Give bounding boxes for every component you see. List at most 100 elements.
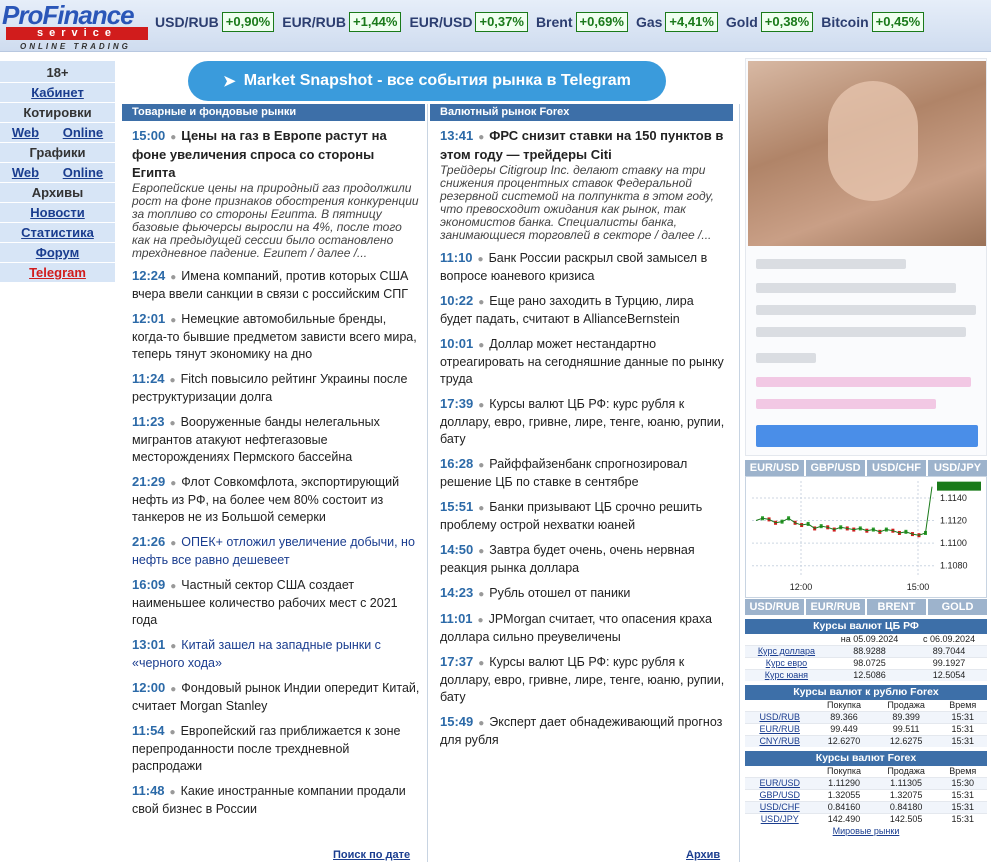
pair-link[interactable]: USD/RUB <box>745 711 815 724</box>
table-header-row: на 05.09.2024 с 06.09.2024 <box>745 634 987 646</box>
tab-usd-jpy[interactable]: USD/JPY <box>928 460 987 476</box>
ticker-quote[interactable]: Gold +0,38% <box>726 12 814 32</box>
news-time: 11:10 <box>440 250 473 265</box>
list-item[interactable]: 16:28 ● Райффайзенбанк спрогнозировал реше… <box>440 455 729 491</box>
nav-quotes-online[interactable]: Online <box>63 123 103 142</box>
news-time: 15:49 <box>440 714 474 729</box>
tab-usd-rub[interactable]: USD/RUB <box>745 599 804 615</box>
ticker-quote[interactable]: Bitcoin +0,45% <box>821 12 925 32</box>
news-time: 11:48 <box>132 783 165 798</box>
search-by-date-link[interactable]: Поиск по дате <box>333 849 410 861</box>
rate-name-link[interactable]: Курс евро <box>745 657 828 670</box>
news-description: Европейские цены на природный газ продол… <box>132 181 419 260</box>
pair-link[interactable]: USD/CHF <box>745 801 815 814</box>
pair-link[interactable]: EUR/RUB <box>745 723 815 736</box>
ticker-quote[interactable]: Brent +0,69% <box>536 12 628 32</box>
list-item[interactable]: 10:22 ● Еще рано заходить в Турцию, лира б… <box>440 292 729 328</box>
pair-link[interactable]: EUR/USD <box>745 777 815 790</box>
bullet-icon: ● <box>170 315 177 326</box>
col-buy: Покупка <box>827 766 862 776</box>
eurusd-intraday-chart[interactable]: 1.1140 1.1120 1.1100 1.1080 12:00 15:00 <box>745 476 987 598</box>
list-item[interactable]: 12:00 ● Фондовый рынок Индии опередит Кита… <box>132 679 421 715</box>
pair-link[interactable]: GBP/USD <box>745 789 815 802</box>
ad-photo-image <box>748 61 986 246</box>
nav-statistics[interactable]: Статистика <box>0 223 115 243</box>
tab-gbp-usd[interactable]: GBP/USD <box>806 460 865 476</box>
list-item[interactable]: 12:24 ● Имена компаний, против которых США… <box>132 267 421 303</box>
bullet-icon: ● <box>169 727 176 738</box>
tab-eur-usd[interactable]: EUR/USD <box>745 460 804 476</box>
list-item[interactable]: 14:50 ● Завтра будет очень, очень нервная … <box>440 541 729 577</box>
table-row: EUR/USD 1.11290 1.11305 15:30 <box>745 777 987 790</box>
advertisement-block[interactable] <box>745 58 987 456</box>
bullet-icon: ● <box>478 658 485 669</box>
commodities-lead-news[interactable]: 15:00 ● Цены на газ в Европе растут на фон… <box>132 127 421 260</box>
time-value: 15:31 <box>938 789 987 802</box>
rate-name-link[interactable]: Курс доллара <box>745 645 828 658</box>
list-item[interactable]: 15:49 ● Эксперт дает обнадеживающий прогно… <box>440 713 729 749</box>
nav-charts-web[interactable]: Web <box>12 163 39 182</box>
ticker-change-badge: +4,41% <box>665 12 718 32</box>
list-item[interactable]: 11:24 ● Fitch повысило рейтинг Украины пос… <box>132 370 421 406</box>
tab-eur-rub[interactable]: EUR/RUB <box>806 599 865 615</box>
news-time: 11:23 <box>132 414 165 429</box>
bullet-icon: ● <box>477 615 484 626</box>
tab-usd-chf[interactable]: USD/CHF <box>867 460 926 476</box>
list-item[interactable]: 11:10 ● Банк России раскрыл свой замысел в… <box>440 249 729 285</box>
top-header: ProFinance service ONLINE TRADING USD/RU… <box>0 0 991 52</box>
profinance-logo[interactable]: ProFinance service ONLINE TRADING <box>2 2 152 51</box>
pair-link[interactable]: USD/JPY <box>745 813 815 825</box>
list-item[interactable]: 11:48 ● Какие иностранные компании продали… <box>132 782 421 818</box>
list-item[interactable]: 11:23 ● Вооруженные банды нелегальных мигр… <box>132 413 421 466</box>
sell-value: 12.6275 <box>873 735 939 747</box>
ticker-quote[interactable]: USD/RUB +0,90% <box>155 12 275 32</box>
list-item[interactable]: 21:29 ● Флот Совкомфлота, экспортирующий н… <box>132 473 421 526</box>
news-time: 13:41 <box>440 128 474 143</box>
sell-value: 142.505 <box>873 813 939 825</box>
nav-quotes-web[interactable]: Web <box>12 123 39 142</box>
list-item[interactable]: 11:01 ● JPMorgan считает, что опасения кра… <box>440 610 729 646</box>
tab-brent[interactable]: BRENT <box>867 599 926 615</box>
archive-link[interactable]: Архив <box>686 849 720 861</box>
news-time: 17:39 <box>440 396 474 411</box>
ticker-quote[interactable]: Gas +4,41% <box>636 12 718 32</box>
list-item[interactable]: 15:51 ● Банки призывают ЦБ срочно решить п… <box>440 498 729 534</box>
world-markets-link[interactable]: Мировые рынки <box>745 826 987 836</box>
list-item[interactable]: 10:01 ● Доллар может нестандартно отреагир… <box>440 335 729 388</box>
x-tick-label: 15:00 <box>907 582 930 592</box>
ticker-change-badge: +0,90% <box>221 12 275 32</box>
forex-lead-news[interactable]: 13:41 ● ФРС снизит ставки на 150 пунктов в… <box>440 127 729 242</box>
pair-link[interactable]: CNY/RUB <box>745 735 815 747</box>
ticker-quotes: USD/RUB +0,90% EUR/RUB +1,44% EUR/USD +0,37% B… <box>155 12 932 32</box>
bullet-icon: ● <box>170 684 177 695</box>
nav-forum[interactable]: Форум <box>0 243 115 263</box>
ticker-quote[interactable]: EUR/USD +0,37% <box>409 12 528 32</box>
y-tick-label: 1.1080 <box>940 561 968 571</box>
nav-cabinet[interactable]: Кабинет <box>0 83 115 103</box>
bullet-icon: ● <box>478 297 485 308</box>
col-time: Время <box>949 700 977 710</box>
table-row: CNY/RUB 12.6270 12.6275 15:31 <box>745 735 987 747</box>
news-time: 12:24 <box>132 268 166 283</box>
nav-charts-online[interactable]: Online <box>63 163 103 182</box>
telegram-banner-button[interactable]: ➤ Market Snapshot - все события рынка в … <box>188 61 666 101</box>
list-item[interactable]: 13:01 ● Китай зашел на западные рынки с «ч… <box>132 636 421 672</box>
bullet-icon: ● <box>170 581 177 592</box>
telegram-banner-label: Market Snapshot - все события рынка в Te… <box>243 72 631 89</box>
ticker-name: USD/RUB <box>155 14 219 30</box>
list-item[interactable]: 17:39 ● Курсы валют ЦБ РФ: курс рубля к до… <box>440 395 729 448</box>
list-item[interactable]: 21:26 ● ОПЕК+ отложил увеличение добычи, н… <box>132 533 421 569</box>
list-item[interactable]: 14:23 ● Рубль отошел от паники <box>440 584 729 603</box>
nav-news[interactable]: Новости <box>0 203 115 223</box>
rate-name-link[interactable]: Курс юаня <box>745 669 828 681</box>
tab-gold[interactable]: GOLD <box>928 599 987 615</box>
ticker-quote[interactable]: EUR/RUB +1,44% <box>282 12 402 32</box>
col-sell: Продажа <box>887 700 925 710</box>
column-divider <box>739 104 740 862</box>
list-item[interactable]: 17:37 ● Курсы валют ЦБ РФ: курс рубля к до… <box>440 653 729 706</box>
nav-telegram[interactable]: Telegram <box>0 263 115 283</box>
news-title[interactable]: Рубль отошел от паники <box>489 586 630 600</box>
list-item[interactable]: 12:01 ● Немецкие автомобильные бренды, ког… <box>132 310 421 363</box>
list-item[interactable]: 11:54 ● Европейский газ приближается к зон… <box>132 722 421 775</box>
list-item[interactable]: 16:09 ● Частный сектор США создает наимень… <box>132 576 421 629</box>
